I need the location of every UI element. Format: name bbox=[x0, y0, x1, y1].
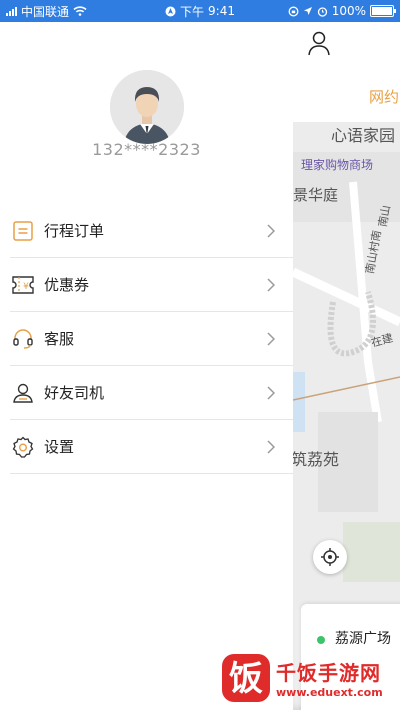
avatar[interactable] bbox=[110, 70, 184, 144]
phone-number: 132****2323 bbox=[92, 140, 201, 159]
rotation-lock-icon bbox=[288, 6, 299, 16]
watermark-name: 千饭手游网 bbox=[276, 661, 381, 685]
battery-icon bbox=[370, 5, 396, 17]
map-label: 心语家园 bbox=[331, 126, 396, 145]
chevron-right-icon bbox=[267, 331, 275, 346]
chevron-right-icon bbox=[267, 439, 275, 454]
chevron-right-icon bbox=[267, 277, 275, 292]
side-drawer: 132****2323 行程订单 ¥ 优惠券 客服 好友司机 设置 bbox=[0, 22, 293, 710]
headset-icon bbox=[10, 326, 36, 352]
tab-ride-hailing[interactable]: 网约 bbox=[369, 86, 399, 107]
pickup-dot bbox=[317, 636, 325, 644]
user-avatar-icon bbox=[110, 70, 184, 144]
svg-text:¥: ¥ bbox=[23, 282, 29, 292]
menu-item-coupons[interactable]: ¥ 优惠券 bbox=[10, 258, 293, 312]
menu-item-label: 好友司机 bbox=[44, 384, 105, 402]
itinerary-icon bbox=[10, 218, 36, 244]
time-prefix: 下午 bbox=[180, 4, 205, 19]
gear-icon bbox=[10, 434, 36, 460]
menu-item-orders[interactable]: 行程订单 bbox=[10, 204, 293, 258]
map-label: 理家购物商场 bbox=[301, 158, 374, 172]
map[interactable]: 心语家园 理家购物商场 景华庭 南山 南山村南 在建 筑荔苑 bbox=[293, 122, 400, 610]
drawer-menu: 行程订单 ¥ 优惠券 客服 好友司机 设置 bbox=[0, 204, 293, 474]
location-icon bbox=[303, 7, 312, 15]
navigation-arrow-icon bbox=[165, 6, 176, 16]
watermark: 饭 千饭手游网 www.eduext.com bbox=[218, 650, 383, 706]
menu-item-settings[interactable]: 设置 bbox=[10, 420, 293, 474]
menu-item-label: 优惠券 bbox=[44, 276, 90, 294]
status-bar: 中国联通 下午 9:41 100% bbox=[0, 0, 400, 22]
watermark-text: 千饭手游网 www.eduext.com bbox=[276, 657, 383, 699]
person-icon bbox=[10, 380, 36, 406]
menu-item-label: 行程订单 bbox=[44, 222, 105, 240]
watermark-url: www.eduext.com bbox=[276, 686, 383, 699]
status-right: 100% bbox=[288, 4, 396, 18]
coupon-icon: ¥ bbox=[10, 272, 36, 298]
chevron-right-icon bbox=[267, 385, 275, 400]
clock: 9:41 bbox=[208, 4, 235, 18]
locate-button[interactable] bbox=[313, 540, 347, 574]
svg-text:饭: 饭 bbox=[229, 659, 263, 699]
chevron-right-icon bbox=[267, 223, 275, 238]
crosshair-icon bbox=[321, 548, 339, 566]
map-label: 景华庭 bbox=[293, 186, 339, 204]
alarm-icon bbox=[317, 6, 327, 17]
battery-label: 100% bbox=[331, 4, 366, 18]
menu-item-customer-service[interactable]: 客服 bbox=[10, 312, 293, 366]
map-label: 筑荔苑 bbox=[293, 450, 340, 469]
menu-item-friend-driver[interactable]: 好友司机 bbox=[10, 366, 293, 420]
watermark-logo: 饭 bbox=[222, 654, 270, 702]
menu-item-label: 客服 bbox=[44, 330, 75, 348]
menu-item-label: 设置 bbox=[44, 438, 75, 456]
pickup-location: 荔源广场 bbox=[335, 631, 391, 647]
profile-icon[interactable] bbox=[307, 30, 331, 56]
main-screen-peek[interactable]: 网约 心语家园 理家购物商场 景华庭 南山 南山村南 在建 筑荔苑 荔源广场 bbox=[293, 22, 400, 710]
map-header: 网约 bbox=[293, 22, 400, 122]
